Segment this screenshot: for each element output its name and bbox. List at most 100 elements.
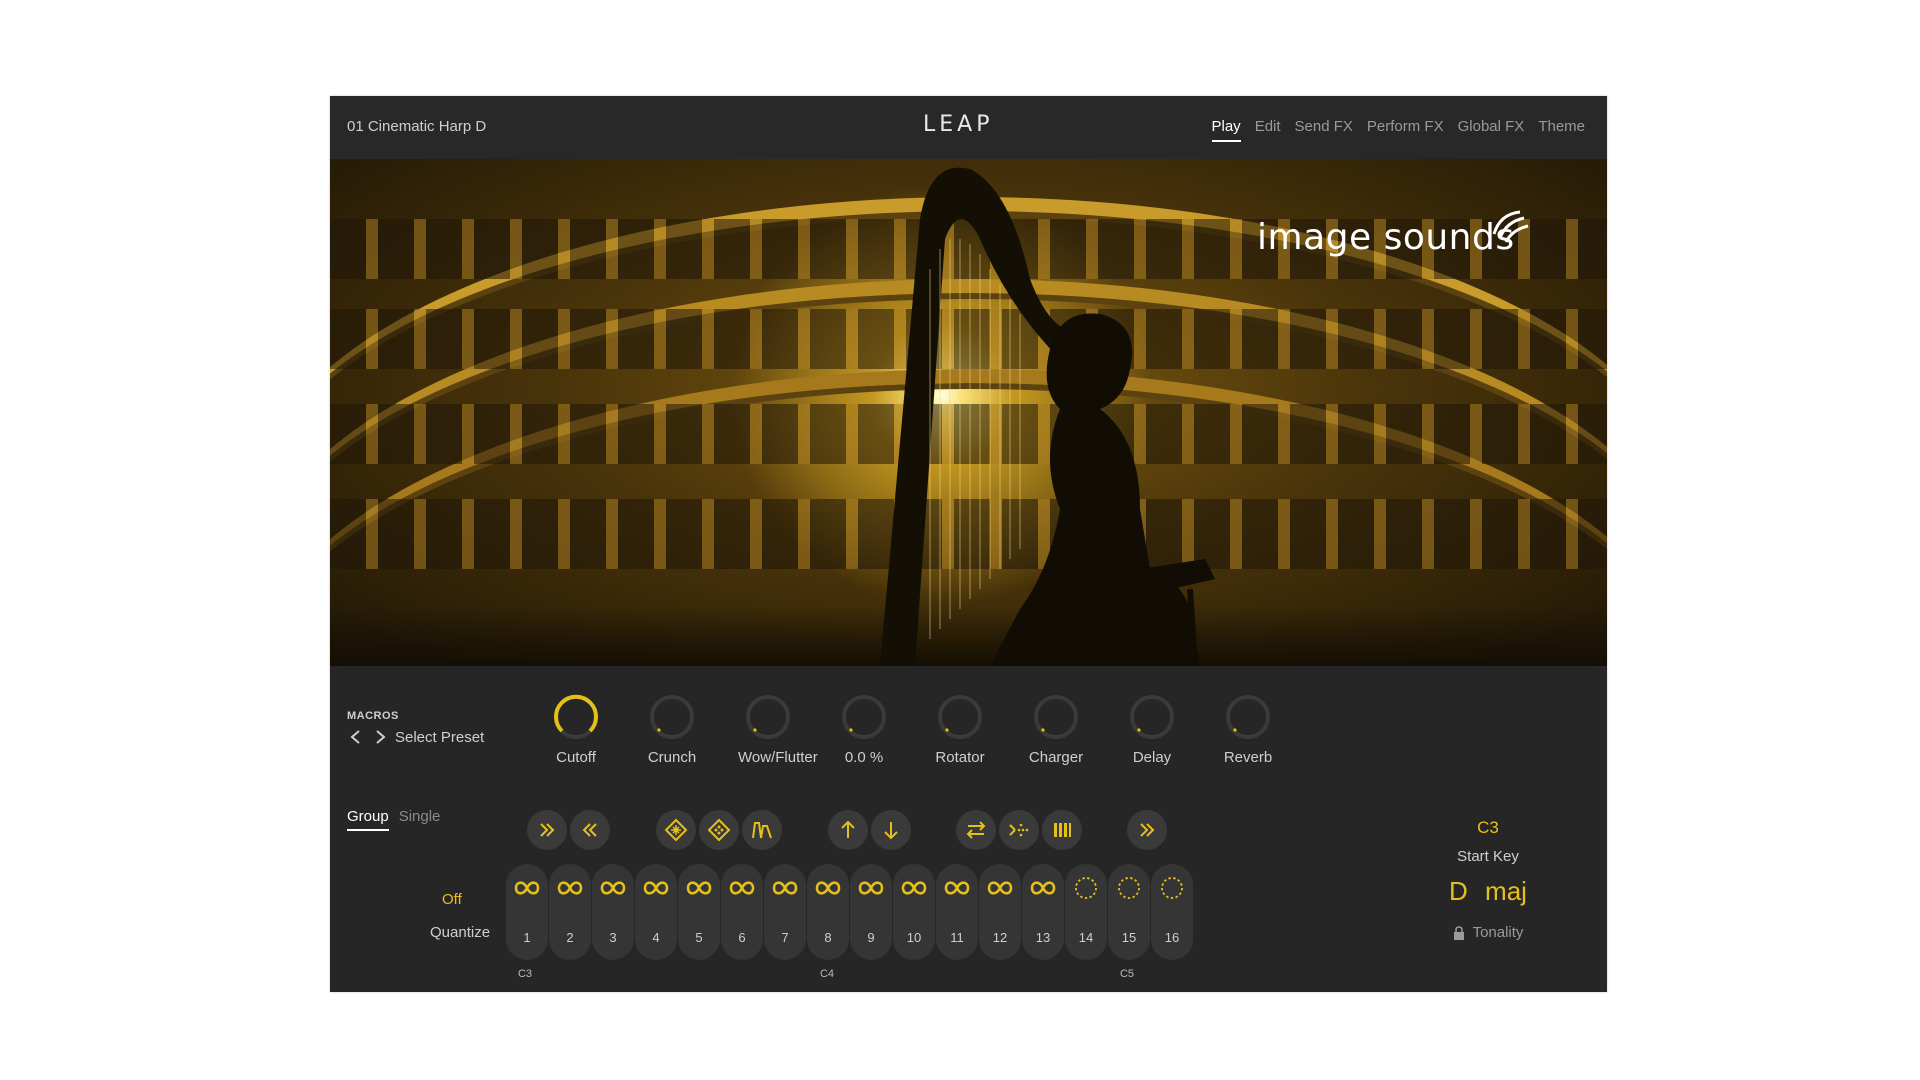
tab-global-fx[interactable]: Global FX <box>1458 118 1525 142</box>
pad-3[interactable]: 3 <box>592 864 634 960</box>
pad-number: 1 <box>523 930 531 945</box>
loop-icon <box>514 881 540 895</box>
pad-number: 3 <box>609 930 617 945</box>
knob-dial-icon <box>746 695 790 739</box>
quantize-value[interactable]: Off <box>442 891 462 908</box>
arrow-down-icon <box>884 822 898 840</box>
knob-charger[interactable]: Charger <box>1026 692 1086 780</box>
empty-slot-icon <box>1075 877 1097 899</box>
knob-dial-icon <box>1226 695 1270 739</box>
pad-12[interactable]: 12 <box>979 864 1021 960</box>
double-chevron-left-icon <box>582 823 597 837</box>
pad-9[interactable]: 9 <box>850 864 892 960</box>
fast-forward-button[interactable] <box>527 810 567 850</box>
bars-button[interactable] <box>1042 810 1082 850</box>
hero-image: image sounds <box>330 159 1607 666</box>
knob-dial-icon <box>554 694 598 739</box>
tonality-row: Tonality <box>1428 924 1548 941</box>
tab-group[interactable]: Group <box>347 808 389 831</box>
loop-icon <box>772 881 798 895</box>
pad-14[interactable]: 14 <box>1065 864 1107 960</box>
select-preset-label[interactable]: Select Preset <box>395 729 484 746</box>
pad-11[interactable]: 11 <box>936 864 978 960</box>
loop-icon <box>987 881 1013 895</box>
diamond-grid-icon <box>664 818 688 842</box>
pad-8[interactable]: 8 <box>807 864 849 960</box>
knob-dial-icon <box>938 695 982 739</box>
knob-label: Rotator <box>935 749 985 766</box>
loop-icon <box>686 881 712 895</box>
note-label-c3: C3 <box>517 968 533 980</box>
pad-7[interactable]: 7 <box>764 864 806 960</box>
knob-label: Charger <box>1028 749 1084 766</box>
tab-theme[interactable]: Theme <box>1538 118 1585 142</box>
knob-wow-flutter[interactable]: Wow/Flutter <box>738 692 818 780</box>
envelope-shape-icon <box>752 822 772 839</box>
tonality-label: Tonality <box>1472 924 1524 941</box>
rewind-button[interactable] <box>570 810 610 850</box>
pad-number: 4 <box>652 930 660 945</box>
swap-arrows-icon <box>966 821 986 839</box>
pad-4[interactable]: 4 <box>635 864 677 960</box>
note-label-c5: C5 <box>1119 968 1135 980</box>
pitch-up-button[interactable] <box>828 810 868 850</box>
header-bar: 01 Cinematic Harp D LEAP Play Edit Send … <box>330 96 1607 159</box>
diamond-dots-icon <box>707 818 731 842</box>
tab-send-fx[interactable]: Send FX <box>1295 118 1353 142</box>
slice-shift-button[interactable] <box>999 810 1039 850</box>
scatter-button[interactable] <box>656 810 696 850</box>
reverse-button[interactable] <box>956 810 996 850</box>
knob-reverb[interactable]: Reverb <box>1218 692 1278 780</box>
pad-13[interactable]: 13 <box>1022 864 1064 960</box>
knob-dial-icon <box>650 695 694 739</box>
leap-logo: LEAP <box>923 112 994 137</box>
pad-16[interactable]: 16 <box>1151 864 1193 960</box>
preset-name[interactable]: 01 Cinematic Harp D <box>347 118 486 135</box>
pad-10[interactable]: 10 <box>893 864 935 960</box>
tab-single[interactable]: Single <box>399 808 441 831</box>
tab-play[interactable]: Play <box>1211 118 1241 142</box>
pad-number: 14 <box>1078 930 1094 945</box>
dotted-arrow-left-icon <box>1009 823 1029 837</box>
pad-1[interactable]: 1 <box>506 864 548 960</box>
empty-slot-icon <box>1118 877 1140 899</box>
pad-15[interactable]: 15 <box>1108 864 1150 960</box>
pad-5[interactable]: 5 <box>678 864 720 960</box>
pad-number: 6 <box>738 930 746 945</box>
knob-rotator[interactable]: Rotator <box>930 692 990 780</box>
trigger-mode-tabs: Group Single <box>347 808 440 831</box>
macro-preset-selector: Select Preset <box>347 728 484 746</box>
chevron-right-icon[interactable] <box>371 728 389 746</box>
macros-heading: MACROS <box>347 710 399 722</box>
image-sounds-logo: image sounds <box>1257 217 1515 258</box>
pad-number: 7 <box>781 930 789 945</box>
stutter-button[interactable] <box>699 810 739 850</box>
chevron-left-icon[interactable] <box>347 728 365 746</box>
pad-2[interactable]: 2 <box>549 864 591 960</box>
knob-dial-icon <box>1130 695 1174 739</box>
next-page-button[interactable] <box>1127 810 1167 850</box>
tab-edit[interactable]: Edit <box>1255 118 1281 142</box>
knob-crunch[interactable]: Crunch <box>642 692 702 780</box>
loop-icon <box>643 881 669 895</box>
quantize-label: Quantize <box>430 924 491 941</box>
knob-label: Delay <box>1132 749 1172 766</box>
loop-icon <box>858 881 884 895</box>
pad-6[interactable]: 6 <box>721 864 763 960</box>
knob-cutoff[interactable]: Cutoff <box>546 692 606 780</box>
knob-value-readout[interactable]: 0.0 % <box>834 692 894 780</box>
double-chevron-right-icon <box>540 823 555 837</box>
pad-number: 8 <box>824 930 832 945</box>
knob-label: Reverb <box>1223 749 1273 766</box>
pitch-down-button[interactable] <box>871 810 911 850</box>
lock-icon[interactable] <box>1453 925 1465 940</box>
start-key-label: Start Key <box>1457 848 1519 865</box>
loop-icon <box>729 881 755 895</box>
pad-number: 5 <box>695 930 703 945</box>
envelope-button[interactable] <box>742 810 782 850</box>
pad-number: 9 <box>867 930 875 945</box>
knob-delay[interactable]: Delay <box>1122 692 1182 780</box>
tab-perform-fx[interactable]: Perform FX <box>1367 118 1444 142</box>
start-key-value[interactable]: C3 <box>1428 818 1548 838</box>
tonality-value[interactable]: D maj <box>1428 876 1548 907</box>
